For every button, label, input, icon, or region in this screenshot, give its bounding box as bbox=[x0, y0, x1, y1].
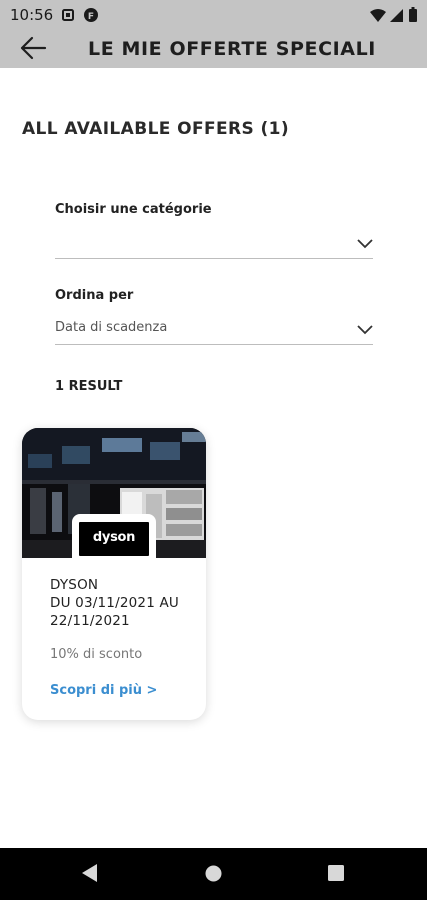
offer-title-line: 22/11/2021 bbox=[50, 613, 130, 629]
svg-text:F: F bbox=[88, 12, 94, 22]
back-triangle-icon[interactable] bbox=[82, 864, 98, 887]
recents-square-icon[interactable] bbox=[328, 865, 344, 886]
page-title: LE MIE OFFERTE SPECIALI bbox=[88, 38, 376, 60]
offer-title-line: DU 03/11/2021 AU bbox=[50, 595, 179, 611]
discover-more-link[interactable]: Scopri di più > bbox=[50, 683, 157, 698]
wifi-icon bbox=[370, 9, 386, 27]
home-circle-icon[interactable] bbox=[205, 865, 222, 887]
battery-icon bbox=[409, 7, 417, 27]
offer-title-line: DYSON bbox=[50, 577, 99, 593]
sort-label: Ordina per bbox=[55, 288, 134, 303]
dyson-logo: dyson bbox=[79, 522, 149, 556]
system-nav-bar bbox=[0, 848, 427, 900]
app-bar: LE MIE OFFERTE SPECIALI bbox=[0, 28, 427, 68]
chevron-down-icon bbox=[357, 236, 373, 249]
category-label: Choisir une catégorie bbox=[55, 202, 212, 217]
logo-text: dyson bbox=[92, 530, 136, 545]
result-count: 1 RESULT bbox=[55, 379, 123, 394]
status-time: 10:56 bbox=[10, 6, 54, 24]
arrow-left-icon bbox=[18, 36, 48, 66]
sort-value: Data di scadenza bbox=[55, 320, 168, 335]
section-title: ALL AVAILABLE OFFERS (1) bbox=[22, 119, 290, 139]
category-select[interactable] bbox=[55, 226, 373, 259]
offer-title: DYSON DU 03/11/2021 AU 22/11/2021 bbox=[50, 576, 200, 630]
offer-card[interactable]: dyson DYSON DU 03/11/2021 AU 22/11/2021 … bbox=[22, 428, 206, 720]
sort-select[interactable]: Data di scadenza bbox=[55, 312, 373, 345]
square-notification-icon bbox=[62, 8, 74, 26]
back-button[interactable] bbox=[18, 34, 50, 62]
chevron-down-icon bbox=[357, 322, 373, 335]
f-app-notification-icon: F bbox=[84, 8, 98, 27]
offer-discount: 10% di sconto bbox=[50, 647, 143, 662]
signal-icon bbox=[390, 9, 403, 27]
status-bar: 10:56 F bbox=[0, 0, 427, 28]
